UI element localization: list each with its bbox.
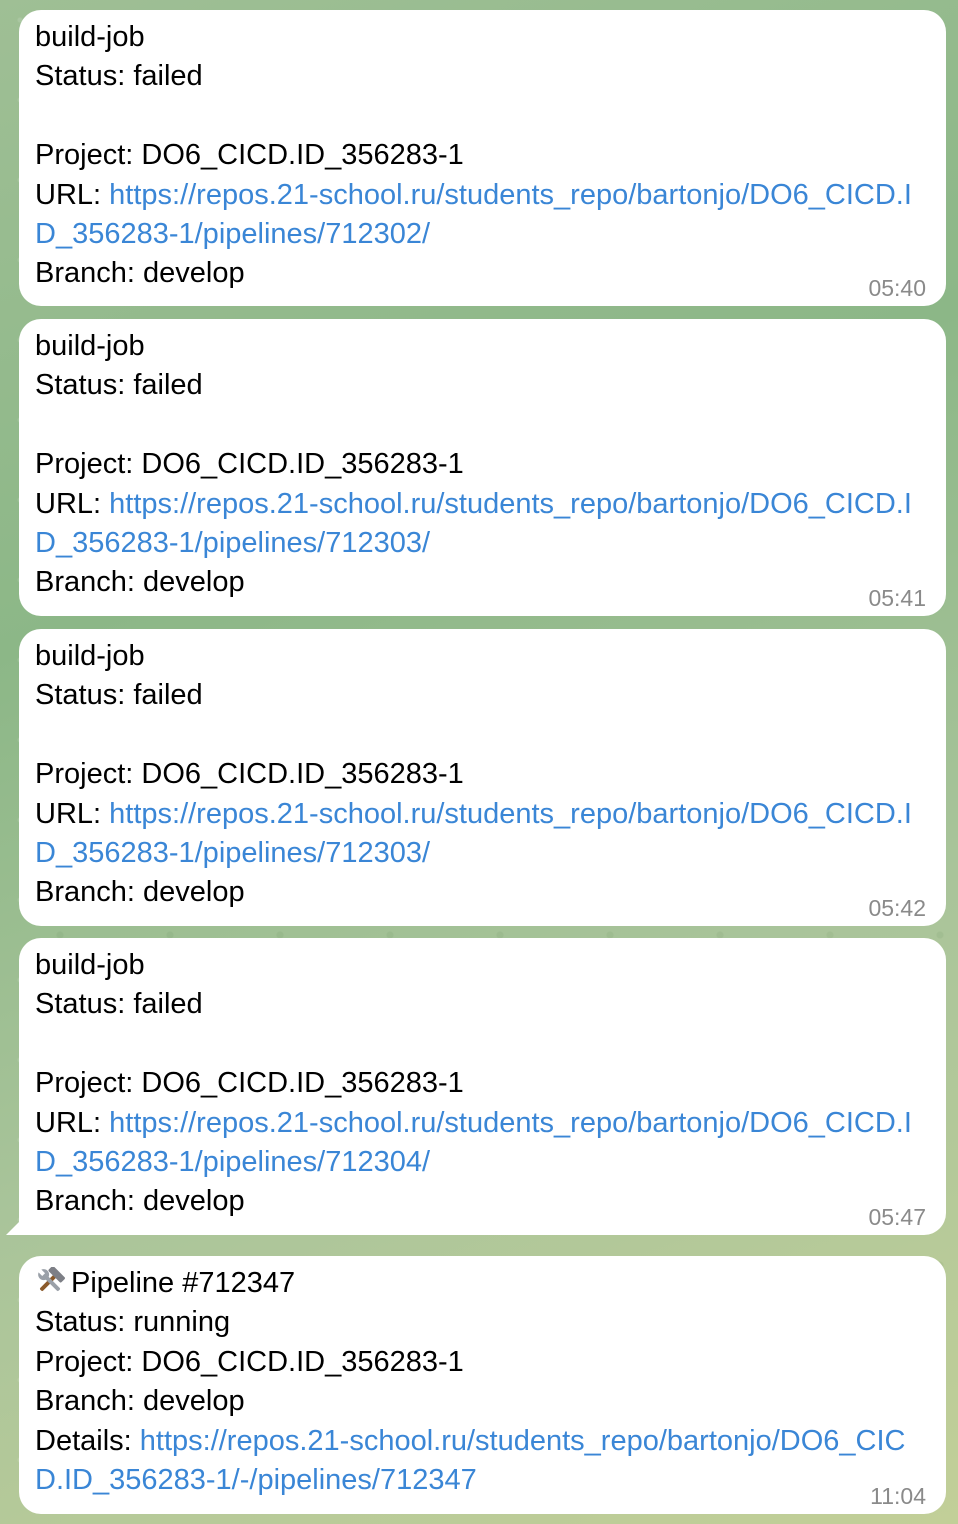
- branch-text: Branch: develop: [35, 566, 245, 599]
- message-bubble[interactable]: build-job Status: failed Project: DO6_CI…: [19, 10, 946, 306]
- job-name: build-job: [35, 330, 145, 362]
- pipeline-details-link[interactable]: https://repos.21-school.ru/students_repo…: [35, 1425, 905, 1496]
- pipeline-title: Pipeline #712347: [35, 1264, 926, 1303]
- url-label: URL:: [35, 178, 110, 211]
- job-name: build-job: [35, 21, 145, 53]
- job-name: build-job: [35, 949, 145, 981]
- project-text: Project: DO6_CICD.ID_356283-1: [35, 1067, 464, 1100]
- status-text: Status: running: [35, 1306, 231, 1339]
- details-line: Details: https://repos.21-school.ru/stud…: [35, 1422, 926, 1501]
- project-text: Project: DO6_CICD.ID_356283-1: [35, 1345, 464, 1378]
- message-bubble[interactable]: build-job Status: failed Project: DO6_CI…: [6, 938, 946, 1235]
- project-text: Project: DO6_CICD.ID_356283-1: [35, 758, 464, 791]
- pipeline-link[interactable]: https://repos.21-school.ru/students_repo…: [35, 1107, 912, 1178]
- url-label: URL:: [35, 1106, 110, 1139]
- message-time: 11:04: [870, 1483, 926, 1509]
- branch-text: Branch: develop: [35, 1385, 245, 1418]
- message-bubble[interactable]: build-job Status: failed Project: DO6_CI…: [19, 629, 946, 926]
- pipeline-link[interactable]: https://repos.21-school.ru/students_repo…: [35, 179, 912, 250]
- status-text: Status: failed: [35, 988, 203, 1021]
- hammer-and-wrench-icon: [37, 1267, 65, 1291]
- project-text: Project: DO6_CICD.ID_356283-1: [35, 448, 464, 481]
- message-bubble[interactable]: build-job Status: failed Project: DO6_CI…: [19, 319, 946, 616]
- url-line: URL: https://repos.21-school.ru/students…: [35, 1104, 926, 1183]
- status-text: Status: failed: [35, 679, 203, 712]
- message-time: 05:40: [868, 275, 926, 301]
- url-label: URL:: [35, 797, 110, 830]
- branch-text: Branch: develop: [35, 1185, 245, 1218]
- status-text: Status: failed: [35, 60, 203, 93]
- branch-text: Branch: develop: [35, 257, 245, 290]
- message-time: 05:47: [868, 1204, 926, 1230]
- url-line: URL: https://repos.21-school.ru/students…: [35, 176, 926, 255]
- details-label: Details:: [35, 1424, 140, 1457]
- message-bubble[interactable]: Pipeline #712347 Status: running Project…: [19, 1256, 946, 1514]
- branch-text: Branch: develop: [35, 876, 245, 909]
- job-name: build-job: [35, 640, 145, 672]
- message-time: 05:42: [868, 895, 926, 921]
- pipeline-title-text: Pipeline #712347: [71, 1267, 296, 1299]
- url-line: URL: https://repos.21-school.ru/students…: [35, 795, 926, 874]
- project-text: Project: DO6_CICD.ID_356283-1: [35, 139, 464, 172]
- message-time: 05:41: [868, 585, 926, 611]
- status-text: Status: failed: [35, 369, 203, 402]
- url-line: URL: https://repos.21-school.ru/students…: [35, 485, 926, 564]
- pipeline-link[interactable]: https://repos.21-school.ru/students_repo…: [35, 488, 912, 559]
- url-label: URL:: [35, 487, 110, 520]
- pipeline-link[interactable]: https://repos.21-school.ru/students_repo…: [35, 798, 912, 869]
